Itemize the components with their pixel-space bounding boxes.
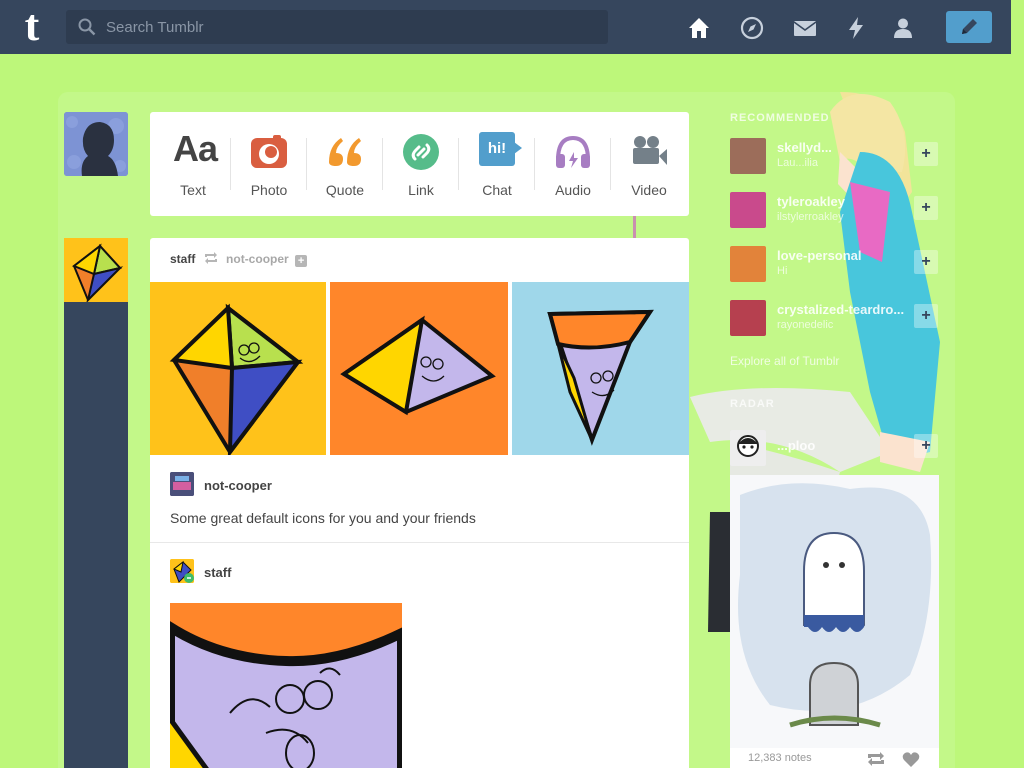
blog-subtitle: Hi [777, 265, 788, 277]
search-input[interactable] [106, 10, 596, 44]
explore-compass-icon[interactable] [739, 15, 765, 41]
radar-header: RADAR [730, 398, 775, 410]
reblog-icon[interactable] [866, 752, 886, 766]
follow-plus-button[interactable]: + [914, 196, 938, 220]
recommended-blog[interactable]: tyleroakley ilstylerroakley + [730, 190, 938, 230]
home-icon[interactable] [686, 15, 712, 41]
post-photo[interactable] [170, 603, 402, 768]
blog-avatar[interactable] [730, 192, 766, 228]
recommended-blog[interactable]: skellyd... Lau...ilia + [730, 136, 938, 176]
blog-avatar[interactable] [730, 138, 766, 174]
compose-button[interactable] [946, 11, 992, 43]
inbox-envelope-icon[interactable] [792, 15, 818, 41]
video-camera-icon [633, 136, 667, 165]
my-blog-avatar[interactable] [64, 112, 128, 176]
post-type-label: Audio [555, 182, 591, 198]
photo-kite-yellow[interactable] [150, 282, 326, 455]
blog-subtitle: rayonedelic [777, 319, 834, 331]
post-type-quote[interactable]: Quote [307, 112, 383, 216]
post-caption: Some great default icons for you and you… [170, 510, 476, 526]
radar-blog-name[interactable]: ...ploo [777, 438, 815, 453]
reblogged-from-link[interactable]: not-cooper [226, 252, 289, 266]
follow-plus-icon[interactable]: + [295, 255, 308, 267]
post-type-photo[interactable]: Photo [231, 112, 307, 216]
divider [150, 542, 689, 543]
photo-kite-blue[interactable] [512, 282, 689, 455]
blog-name[interactable]: crystalized-teardro... [777, 302, 904, 317]
follow-plus-button[interactable]: + [914, 250, 938, 274]
heart-icon[interactable] [902, 752, 920, 768]
headphones-icon [556, 135, 590, 168]
account-person-icon[interactable] [890, 15, 916, 41]
post-type-label: Photo [250, 182, 288, 198]
quote-marks-icon [329, 138, 361, 166]
recommended-blog[interactable]: crystalized-teardro... rayonedelic + [730, 298, 938, 338]
follow-plus-button[interactable]: + [914, 304, 938, 328]
blog-avatar[interactable] [730, 300, 766, 336]
right-sidebar: RECOMMENDED skellyd... Lau...ilia + tyle… [690, 92, 955, 768]
recommended-blog[interactable]: love-personal Hi + [730, 244, 938, 284]
search-icon [78, 18, 96, 36]
chat-bubble-tail [514, 142, 522, 154]
post-type-audio[interactable]: Audio [535, 112, 611, 216]
radar-blog-avatar[interactable] [730, 430, 766, 466]
silhouette-avatar-image [64, 112, 128, 176]
follow-plus-button[interactable]: + [914, 142, 938, 166]
activity-lightning-icon[interactable] [843, 15, 869, 41]
photo-kite-orange[interactable] [330, 282, 508, 455]
trail-blog-name[interactable]: staff [204, 565, 231, 580]
trail-avatar[interactable] [170, 559, 194, 583]
blog-name[interactable]: tyleroakley [777, 194, 845, 209]
photoset[interactable] [150, 282, 689, 455]
kite-avatar-image [64, 238, 128, 302]
post-type-video[interactable]: Video [611, 112, 687, 216]
post-type-chat[interactable]: hi! Chat [459, 112, 535, 216]
search-box[interactable] [66, 10, 608, 44]
post-type-text[interactable]: Aa Text [155, 112, 231, 216]
post-type-label: Chat [482, 182, 512, 198]
explore-link[interactable]: Explore all of Tumblr [730, 354, 839, 368]
post-type-link[interactable]: Link [383, 112, 459, 216]
post-type-bar: Aa Text Photo Quote Link hi! Chat Audio … [150, 112, 689, 216]
post-author-link[interactable]: staff [170, 252, 195, 266]
blog-subtitle: ilstylerroakley [777, 211, 844, 223]
radar-blog[interactable]: ...ploo + [730, 428, 938, 468]
decorative-string [633, 216, 636, 238]
chat-bubble-icon: hi! [479, 132, 515, 166]
trail-blog-name[interactable]: not-cooper [204, 478, 272, 493]
ghost-watercolor-image [730, 475, 939, 748]
link-chain-icon [403, 134, 439, 170]
post-type-label: Video [631, 182, 667, 198]
blog-name[interactable]: skellyd... [777, 140, 832, 155]
top-navigation-bar: t [0, 0, 1011, 54]
dashboard-post: staff not-cooper + not-cooper Some great… [150, 238, 689, 768]
blog-subtitle: Lau...ilia [777, 157, 818, 169]
radar-post[interactable]: 12,383 notes [730, 475, 939, 768]
post-type-label: Quote [325, 182, 365, 198]
camera-icon [251, 135, 287, 168]
post-type-label: Link [408, 182, 434, 198]
text-aa-icon: Aa [173, 128, 218, 169]
post-author-avatar[interactable] [64, 238, 128, 302]
blog-avatar[interactable] [730, 246, 766, 282]
radar-post-footer: 12,383 notes [730, 748, 939, 768]
notes-count[interactable]: 12,383 notes [748, 752, 812, 764]
reblog-icon [204, 252, 217, 264]
post-header: staff not-cooper + [170, 252, 308, 267]
pencil-icon [962, 19, 977, 34]
post-avatar-column [64, 238, 128, 768]
follow-plus-button[interactable]: + [914, 434, 938, 458]
post-type-label: Text [180, 182, 206, 198]
trail-avatar[interactable] [170, 472, 194, 496]
tumblr-logo[interactable]: t [16, 4, 48, 48]
recommended-header: RECOMMENDED [730, 112, 830, 124]
blog-name[interactable]: love-personal [777, 248, 862, 263]
